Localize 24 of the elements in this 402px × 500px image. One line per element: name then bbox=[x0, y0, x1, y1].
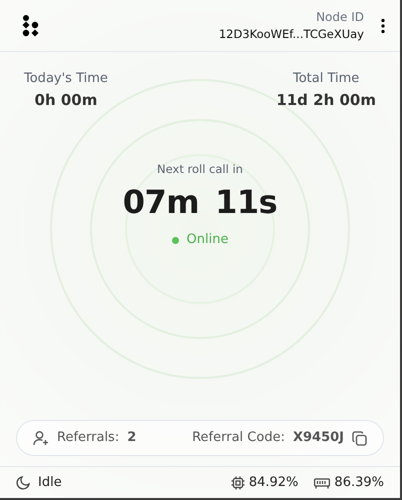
countdown-label: Next roll call in bbox=[157, 161, 243, 178]
referrals-label: Referrals: bbox=[57, 429, 120, 448]
stat-label: Total Time bbox=[292, 70, 360, 88]
moon-icon bbox=[16, 476, 30, 490]
memory-icon bbox=[314, 476, 330, 488]
stat-value: 11d 2h 00m bbox=[276, 90, 376, 110]
countdown-seconds: 11s bbox=[215, 182, 278, 224]
copy-button[interactable] bbox=[352, 430, 367, 446]
node-id: 12D3KooWEf...TCGeXUay bbox=[218, 26, 364, 43]
logo-icon bbox=[22, 14, 40, 36]
memory-usage: 86.39% bbox=[334, 474, 384, 492]
more-menu-button[interactable] bbox=[380, 18, 386, 34]
referrals-count: 2 bbox=[127, 429, 136, 448]
idle-status: Idle bbox=[38, 474, 62, 492]
cpu-icon bbox=[230, 476, 245, 490]
stat-value: 0h 00m bbox=[34, 90, 98, 110]
referral-code-label: Referral Code: bbox=[192, 429, 285, 448]
cpu-usage: 84.92% bbox=[248, 474, 298, 492]
countdown-minutes: 07m bbox=[122, 182, 200, 224]
stat-label: Today's Time bbox=[24, 70, 108, 88]
referral-code: X9450J bbox=[292, 429, 344, 448]
status-text: Online bbox=[186, 231, 228, 250]
add-user-icon bbox=[33, 430, 49, 446]
node-id-label: Node ID bbox=[315, 8, 364, 26]
